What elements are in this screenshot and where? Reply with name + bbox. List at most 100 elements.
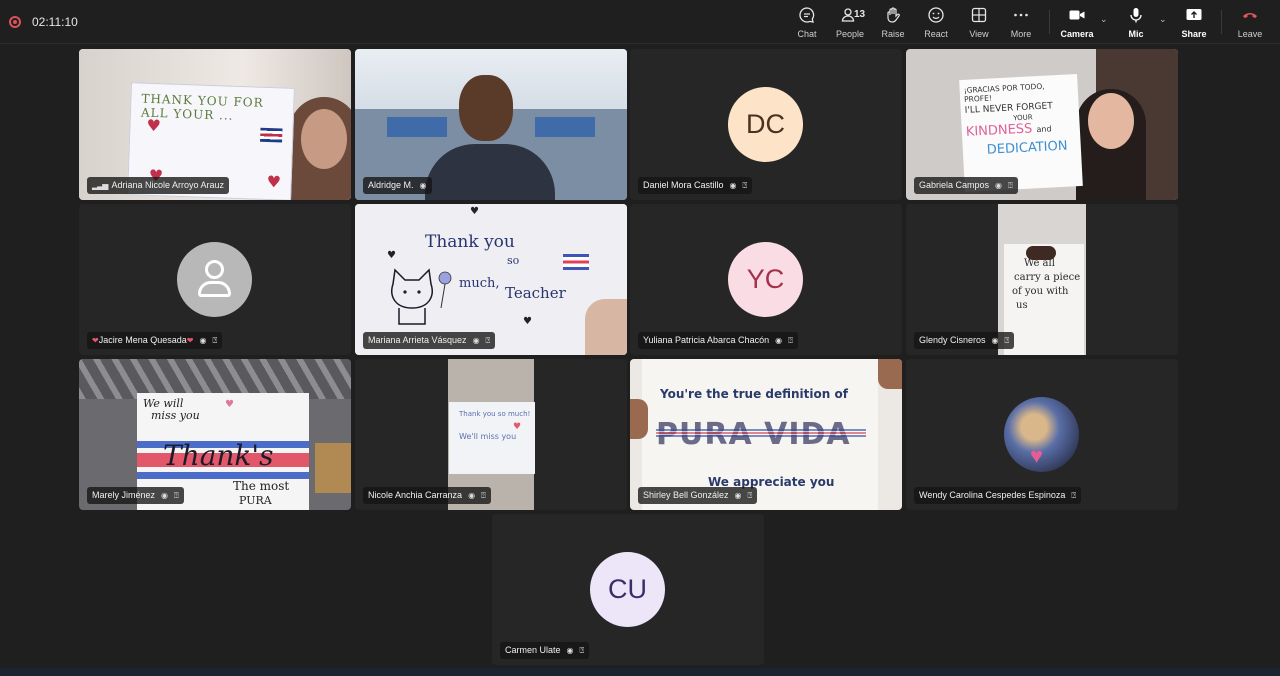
sign-line: You're the true definition of (660, 387, 848, 401)
hand (1026, 246, 1056, 260)
audio-icon: ◉ (566, 646, 574, 655)
audio-icon: ◉ (199, 336, 207, 345)
video-tile[interactable]: We will miss you Thank's The most PURA ♥… (79, 359, 351, 510)
participant-name-tag: Carmen Ulate ◉ ⍰ (500, 642, 590, 659)
share-label: Share (1181, 29, 1207, 39)
participant-name: Gabriela Campos (919, 180, 990, 190)
participant-name: Aldridge M. (368, 180, 414, 190)
participant-name: Daniel Mora Castillo (643, 180, 724, 190)
participant-name-tag: Daniel Mora Castillo ◉ ⍰ (638, 177, 753, 194)
mic-muted-icon: ⍰ (1008, 181, 1013, 190)
heart-icon: ♥ (470, 206, 479, 217)
mic-options-chevron-icon[interactable]: ⌄ (1159, 14, 1167, 25)
video-tile[interactable]: Thank you so much, Teacher ♥ ♥ ♥ Mariana… (355, 204, 627, 355)
toolbar-divider (1049, 10, 1050, 34)
microphone-icon (1114, 6, 1158, 26)
participant-name-tag: Aldridge M. ◉ (363, 177, 432, 194)
video-tile[interactable]: ¡GRACIAS POR TODO, PROFE! I'LL NEVER FOR… (906, 49, 1178, 200)
audio-icon: ◉ (161, 491, 169, 500)
participant-name: Adriana Nicole Arroyo Arauz (111, 180, 225, 190)
participant-name-tag: Yuliana Patricia Abarca Chacón ◉ ⍰ (638, 332, 798, 349)
audio-icon: ◉ (472, 336, 480, 345)
participant-name: Yuliana Patricia Abarca Chacón (643, 335, 770, 345)
audio-icon: ◉ (995, 181, 1003, 190)
leave-label: Leave (1237, 29, 1263, 39)
taskbar-edge (0, 668, 1280, 676)
video-tile[interactable]: THANK YOU FOR ALL YOUR ... ♥ ♥ ♥ ▂▃▅ Adri… (79, 49, 351, 200)
participant-name-tag: Gabriela Campos ◉ ⍰ (914, 177, 1018, 194)
react-button[interactable]: React (914, 6, 958, 42)
virtual-background-panel (387, 117, 447, 137)
mic-muted-icon: ⍰ (212, 336, 218, 345)
sign-line: much, (459, 276, 500, 291)
video-tile[interactable]: You're the true definition of PURA VIDA … (630, 359, 902, 510)
participant-name-tag: Mariana Arrieta Vásquez ◉ ⍰ (363, 332, 496, 349)
flower-drawing (438, 271, 452, 309)
sign-line: We'll miss you (459, 432, 517, 441)
participant-name: Carmen Ulate (505, 645, 561, 655)
participant-name: Mariana Arrieta Vásquez (368, 335, 467, 345)
hand (878, 359, 902, 389)
sign-line: us (1016, 300, 1028, 311)
video-tile[interactable]: ♥ Wendy Carolina Cespedes Espinoza ⍰ (906, 359, 1178, 510)
sign-line: miss you (151, 409, 200, 422)
smiley-icon (914, 6, 958, 26)
audio-icon: ◉ (729, 181, 737, 190)
raise-hand-icon (871, 6, 915, 26)
video-tile[interactable]: CU Carmen Ulate ◉ ⍰ (492, 514, 764, 665)
recording-icon (9, 16, 21, 28)
initials-avatar: YC (728, 242, 803, 317)
mic-button[interactable]: Mic (1114, 6, 1158, 42)
video-tile[interactable]: ❤Jacire Mena Quesada❤ ◉ ⍰ (79, 204, 351, 355)
share-screen-icon (1172, 6, 1216, 26)
mic-muted-icon: ⍰ (1004, 336, 1010, 345)
sign-line: Thank's (163, 439, 274, 472)
camera-label: Camera (1060, 29, 1094, 39)
default-avatar (177, 242, 252, 317)
audio-icon: ◉ (775, 336, 783, 345)
people-icon (828, 6, 872, 26)
participant-name-tag: ▂▃▅ Adriana Nicole Arroyo Arauz (87, 177, 230, 194)
bow-emoji: ❤ (186, 336, 194, 345)
mic-muted-icon: ⍰ (174, 491, 179, 500)
handwritten-sign: ¡GRACIAS POR TODO, PROFE! I'LL NEVER FOR… (959, 73, 1083, 193)
people-button[interactable]: 13 People (828, 6, 872, 42)
mic-label: Mic (1128, 29, 1144, 39)
sign-line: and (1036, 124, 1052, 135)
share-button[interactable]: Share (1172, 6, 1216, 42)
mic-muted-icon: ⍰ (579, 646, 585, 655)
meeting-toolbar: 02:11:10 Chat 13 People Raise React View (0, 0, 1280, 44)
raise-label: Raise (881, 29, 905, 39)
leave-button[interactable]: Leave (1228, 6, 1272, 42)
bow-emoji: ❤ (92, 336, 99, 345)
heart-icon: ♥ (513, 422, 522, 432)
video-tile[interactable]: YC Yuliana Patricia Abarca Chacón ◉ ⍰ (630, 204, 902, 355)
person-face (459, 75, 513, 141)
video-tile[interactable]: DC Daniel Mora Castillo ◉ ⍰ (630, 49, 902, 200)
camera-options-chevron-icon[interactable]: ⌄ (1100, 14, 1108, 25)
people-count: 13 (854, 9, 866, 20)
participant-name-tag: ❤Jacire Mena Quesada❤ ◉ ⍰ (87, 332, 223, 349)
mic-muted-icon: ⍰ (481, 491, 486, 500)
raise-hand-button[interactable]: Raise (871, 6, 915, 42)
lamp-background (315, 443, 351, 493)
more-dots-icon (999, 6, 1043, 26)
video-tile[interactable]: Aldridge M. ◉ (355, 49, 627, 200)
sign-line: Thank you (425, 232, 515, 252)
view-button[interactable]: View (957, 6, 1001, 42)
participant-name: Wendy Carolina Cespedes Espinoza (919, 490, 1066, 500)
camera-button[interactable]: Camera (1055, 6, 1099, 42)
person-icon (205, 260, 224, 279)
mic-muted-icon: ⍰ (788, 336, 793, 345)
person-face (301, 109, 347, 169)
participant-name-tag: Wendy Carolina Cespedes Espinoza ⍰ (914, 487, 1082, 504)
video-tile[interactable]: We all carry a piece of you with us Glen… (906, 204, 1178, 355)
more-button[interactable]: More (999, 6, 1043, 42)
video-tile[interactable]: Thank you so much! We'll miss you ♥ Nico… (355, 359, 627, 510)
more-label: More (1010, 29, 1032, 39)
audio-icon: ◉ (991, 336, 999, 345)
chat-button[interactable]: Chat (785, 6, 829, 42)
signal-bars-icon: ▂▃▅ (92, 181, 109, 190)
participant-name: Marely Jiménez (92, 490, 156, 500)
heart-icon: ♥ (523, 316, 532, 327)
